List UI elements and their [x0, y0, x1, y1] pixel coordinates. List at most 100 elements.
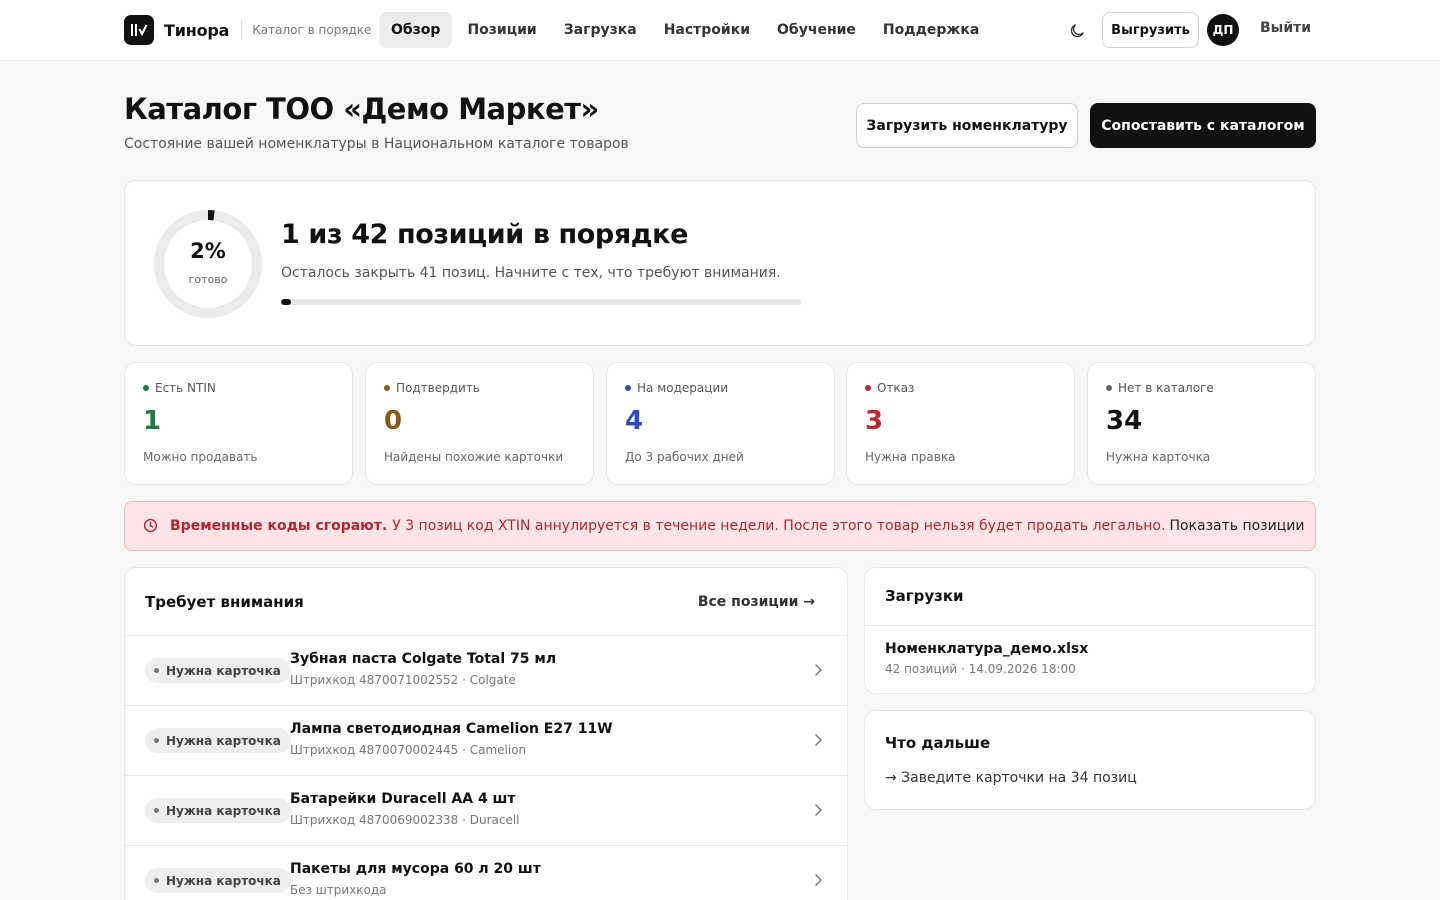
- uploads-panel: Загрузки Номенклатура_демо.xlsx 42 позиц…: [864, 567, 1316, 694]
- item-name: Лампа светодиодная Camelion E27 11W: [290, 721, 613, 737]
- clock-icon: [143, 518, 158, 532]
- page-subtitle: Состояние вашей номенклатуры в Националь…: [124, 136, 629, 152]
- export-button[interactable]: Выгрузить: [1102, 12, 1199, 48]
- table-row[interactable]: Нужна карточка Батарейки Duracell AA 4 ш…: [125, 776, 847, 846]
- status-badge: Нужна карточка: [145, 868, 291, 893]
- badge-dot: [154, 668, 159, 673]
- status-badge: Нужна карточка: [145, 658, 291, 683]
- stat-card-not-in-catalog[interactable]: Нет в каталоге 34 Нужна карточка: [1087, 362, 1316, 485]
- badge-label: Нужна карточка: [166, 733, 281, 748]
- nav-item-positions[interactable]: Позиции: [455, 12, 548, 48]
- progress-headline: 1 из 42 позиций в порядке: [281, 219, 689, 250]
- badge-label: Нужна карточка: [166, 873, 281, 888]
- logout-link[interactable]: Выйти: [1260, 20, 1311, 36]
- brand-tagline: Каталог в порядке: [252, 23, 372, 37]
- table-row[interactable]: Нужна карточка Пакеты для мусора 60 л 20…: [125, 846, 847, 900]
- match-catalog-button[interactable]: Сопоставить с каталогом: [1090, 103, 1316, 148]
- stat-label: Отказ: [877, 381, 915, 395]
- stat-caption: Найдены похожие карточки: [384, 450, 564, 464]
- badge-label: Нужна карточка: [166, 803, 281, 818]
- user-avatar[interactable]: ДП: [1207, 14, 1239, 46]
- divider: [865, 625, 1315, 626]
- status-dot: [143, 385, 149, 391]
- chevron-right-icon: [815, 664, 822, 676]
- status-dot: [865, 385, 871, 391]
- nav-item-learning[interactable]: Обучение: [765, 12, 868, 48]
- badge-dot: [154, 808, 159, 813]
- item-name: Зубная паста Colgate Total 75 мл: [290, 651, 557, 667]
- page-title: Каталог ТОО «Демо Маркет»: [124, 92, 599, 126]
- stat-label: Нет в каталоге: [1118, 381, 1214, 395]
- show-positions-link[interactable]: Показать позиции: [1169, 518, 1304, 534]
- attention-header: Требует внимания Все позиции →: [125, 568, 847, 636]
- status-badge: Нужна карточка: [145, 798, 291, 823]
- stat-card-has-ntin[interactable]: Есть NTIN 1 Можно продавать: [124, 362, 353, 485]
- expiring-codes-alert: Временные коды сгорают. У 3 позиц код XT…: [124, 501, 1316, 551]
- progress-percent: 2%: [190, 239, 226, 263]
- table-row[interactable]: Нужна карточка Лампа светодиодная Cameli…: [125, 706, 847, 776]
- main-nav: Обзор Позиции Загрузка Настройки Обучени…: [379, 12, 994, 48]
- stat-label: На модерации: [637, 381, 729, 395]
- upload-file-meta: 42 позиций · 14.09.2026 18:00: [885, 662, 1076, 676]
- chevron-right-icon: [815, 874, 822, 886]
- brand-logo-icon: [124, 15, 154, 45]
- status-dot: [1106, 385, 1112, 391]
- item-name: Батарейки Duracell AA 4 шт: [290, 791, 516, 807]
- next-step-item[interactable]: → Заведите карточки на 34 позиц: [885, 770, 1137, 786]
- item-meta: Штрихкод 4870071002552 · Colgate: [290, 673, 516, 687]
- table-row[interactable]: Нужна карточка Зубная паста Colgate Tota…: [125, 636, 847, 706]
- upload-file-name[interactable]: Номенклатура_демо.xlsx: [885, 641, 1088, 657]
- brand-name: Тинора: [164, 20, 230, 40]
- attention-title: Требует внимания: [145, 593, 304, 611]
- stat-card-confirm[interactable]: Подтвердить 0 Найдены похожие карточки: [365, 362, 594, 485]
- progress-ready-label: готово: [188, 273, 228, 286]
- progress-card: 2% готово 1 из 42 позиций в порядке Оста…: [124, 180, 1316, 346]
- next-steps-title: Что дальше: [885, 734, 991, 752]
- stat-caption: Нужна правка: [865, 450, 956, 464]
- status-badge: Нужна карточка: [145, 728, 291, 753]
- stat-value: 1: [143, 406, 162, 436]
- brand[interactable]: Тинора Каталог в порядке: [124, 15, 371, 45]
- stat-value: 4: [625, 406, 644, 436]
- stat-label: Подтвердить: [396, 381, 480, 395]
- alert-title: Временные коды сгорают.: [170, 518, 388, 534]
- item-meta: Штрихкод 4870069002338 · Duracell: [290, 813, 520, 827]
- item-meta: Штрихкод 4870070002445 · Camelion: [290, 743, 527, 757]
- badge-label: Нужна карточка: [166, 663, 281, 678]
- nav-item-settings[interactable]: Настройки: [652, 12, 762, 48]
- brand-divider: [241, 20, 243, 40]
- progress-bar: [281, 299, 801, 305]
- theme-toggle-button[interactable]: [1064, 18, 1090, 44]
- attention-panel: Требует внимания Все позиции → Нужна кар…: [124, 567, 848, 900]
- stat-value: 3: [865, 406, 884, 436]
- badge-dot: [154, 738, 159, 743]
- item-meta: Без штрихкода: [290, 883, 387, 897]
- moon-icon: [1070, 24, 1084, 38]
- nav-item-overview[interactable]: Обзор: [379, 12, 453, 48]
- progress-ring: [154, 210, 262, 318]
- nav-item-upload[interactable]: Загрузка: [552, 12, 649, 48]
- badge-dot: [154, 878, 159, 883]
- alert-text: У 3 позиц код XTIN аннулируется в течени…: [392, 518, 1166, 534]
- next-steps-panel: Что дальше → Заведите карточки на 34 поз…: [864, 710, 1316, 810]
- stat-card-moderation[interactable]: На модерации 4 До 3 рабочих дней: [606, 362, 835, 485]
- status-dot: [625, 385, 631, 391]
- top-navigation-bar: Тинора Каталог в порядке Обзор Позиции З…: [0, 0, 1440, 61]
- stat-caption: Можно продавать: [143, 450, 258, 464]
- uploads-title: Загрузки: [885, 587, 964, 605]
- progress-bar-fill: [281, 299, 292, 305]
- status-dot: [384, 385, 390, 391]
- chevron-right-icon: [815, 804, 822, 816]
- upload-nomenclature-button[interactable]: Загрузить номенклатуру: [856, 103, 1078, 148]
- chevron-right-icon: [815, 734, 822, 746]
- stat-caption: Нужна карточка: [1106, 450, 1211, 464]
- stat-label: Есть NTIN: [155, 381, 216, 395]
- all-positions-link[interactable]: Все позиции →: [698, 594, 815, 610]
- stat-caption: До 3 рабочих дней: [625, 450, 744, 464]
- stat-card-rejected[interactable]: Отказ 3 Нужна правка: [846, 362, 1075, 485]
- stat-value: 0: [384, 406, 403, 436]
- nav-item-support[interactable]: Поддержка: [871, 12, 991, 48]
- stat-value: 34: [1106, 406, 1143, 436]
- item-name: Пакеты для мусора 60 л 20 шт: [290, 861, 541, 877]
- progress-note: Осталось закрыть 41 позиц. Начните с тех…: [281, 265, 781, 281]
